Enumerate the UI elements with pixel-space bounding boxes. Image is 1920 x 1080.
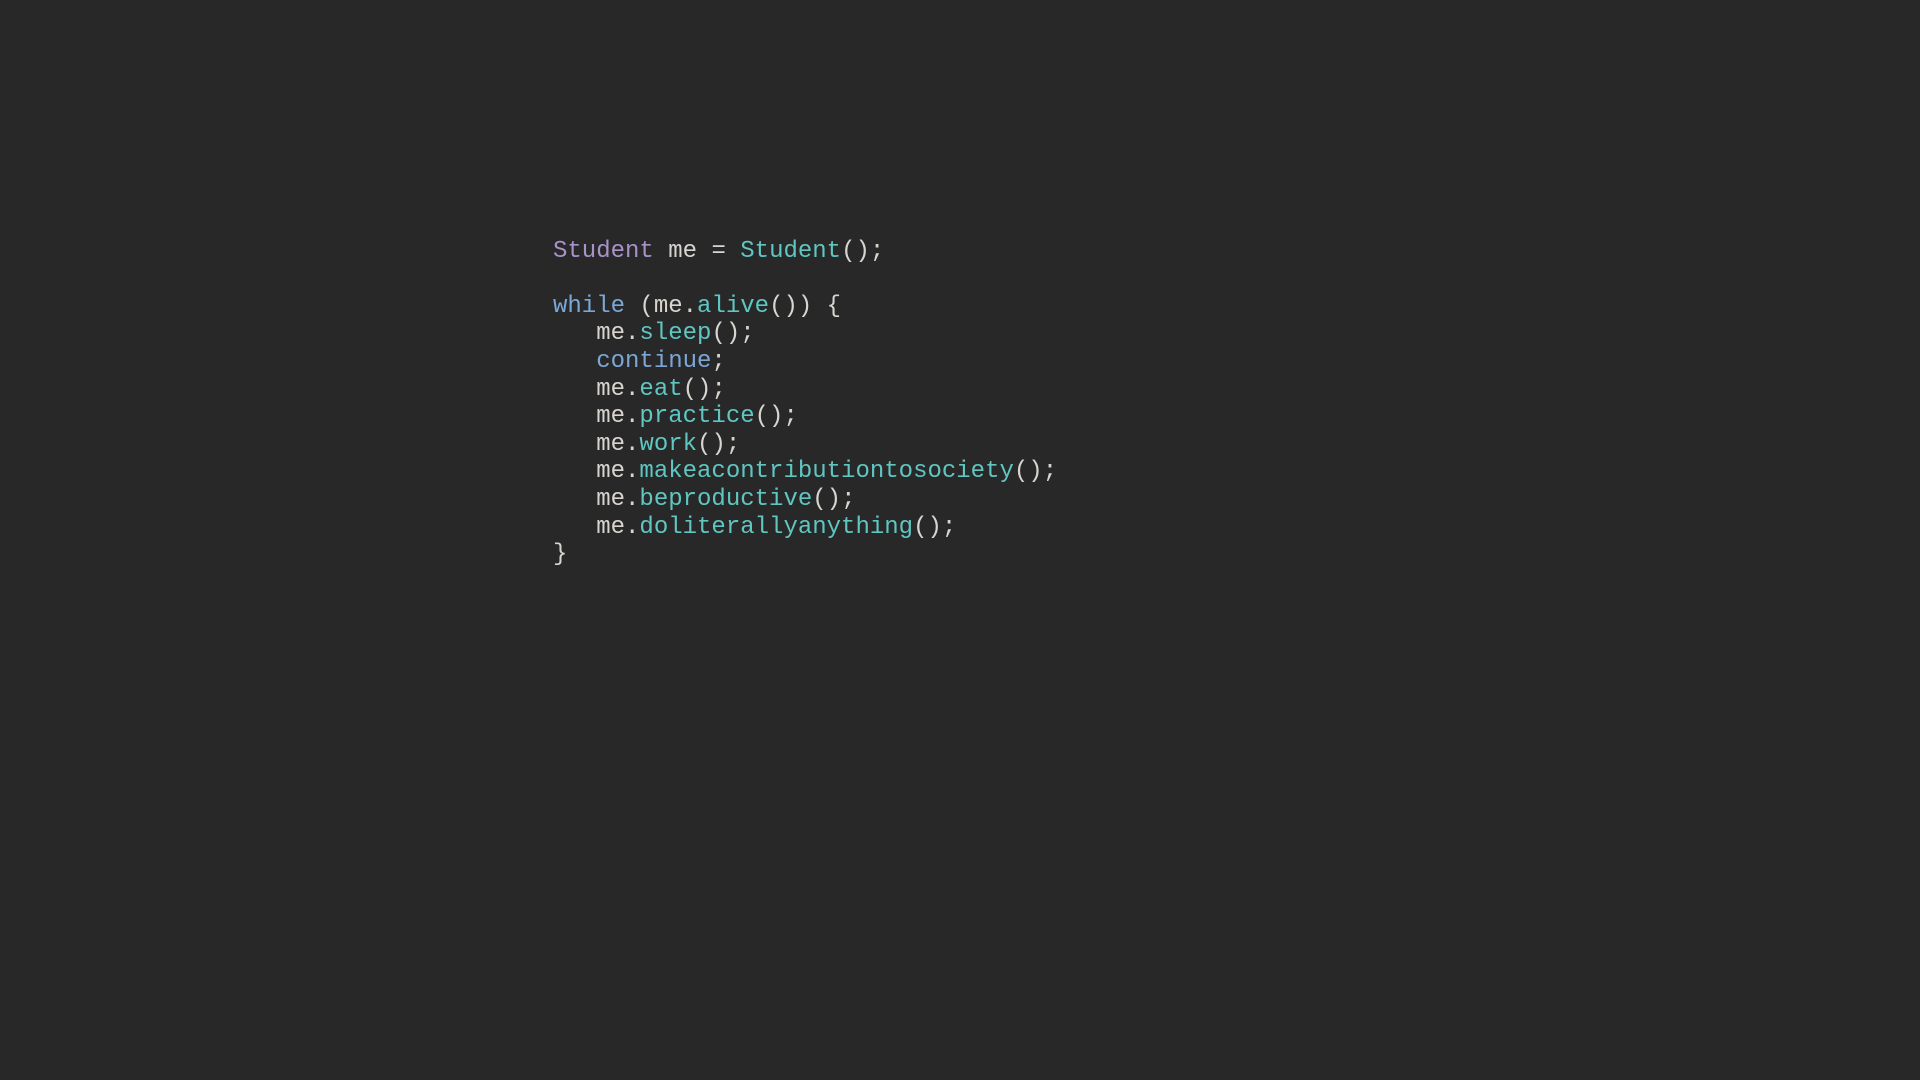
type-token: Student [553, 238, 654, 265]
sleep-call-token: sleep [639, 320, 711, 347]
semicolon-token: ; [783, 403, 797, 430]
paren-open-token: ( [683, 376, 697, 403]
alive-call-token: alive [697, 293, 769, 320]
code-line-6: me.eat(); [553, 376, 726, 403]
semicolon-token: ; [740, 320, 754, 347]
paren-open-token: ( [755, 403, 769, 430]
paren-close-token: ) [726, 320, 740, 347]
identifier-token: me [596, 403, 625, 430]
code-line-10: me.beproductive(); [553, 486, 855, 513]
identifier-token: me [596, 431, 625, 458]
identifier-token: me [596, 458, 625, 485]
practice-call-token: practice [639, 403, 754, 430]
dot-token: . [625, 458, 639, 485]
semicolon-token: ; [870, 238, 884, 265]
dot-token: . [683, 293, 697, 320]
identifier-token: me [596, 376, 625, 403]
beproductive-call-token: beproductive [639, 486, 812, 513]
semicolon-token: ; [841, 486, 855, 513]
doliterallyanything-call-token: doliterallyanything [639, 514, 913, 541]
paren-close-token: ) [1028, 458, 1042, 485]
semicolon-token: ; [726, 431, 740, 458]
paren-open-token: ( [769, 293, 783, 320]
code-line-4: me.sleep(); [553, 320, 755, 347]
code-line-7: me.practice(); [553, 403, 798, 430]
continue-keyword-token: continue [596, 348, 711, 375]
paren-close-token: ) [711, 431, 725, 458]
identifier-token: me [596, 514, 625, 541]
code-block: Student me = Student(); while (me.alive(… [553, 210, 1057, 569]
paren-close-token: ) [769, 403, 783, 430]
dot-token: . [625, 320, 639, 347]
while-keyword-token: while [553, 293, 625, 320]
paren-close-token: ) [783, 293, 797, 320]
dot-token: . [625, 403, 639, 430]
code-line-8: me.work(); [553, 431, 740, 458]
semicolon-token: ; [1043, 458, 1057, 485]
semicolon-token: ; [711, 376, 725, 403]
code-line-3: while (me.alive()) { [553, 293, 841, 320]
paren-open-token: ( [812, 486, 826, 513]
paren-open-token: ( [711, 320, 725, 347]
identifier-token: me [668, 238, 697, 265]
dot-token: . [625, 514, 639, 541]
dot-token: . [625, 486, 639, 513]
code-line-5: continue; [553, 348, 726, 375]
paren-close-token: ) [856, 238, 870, 265]
code-line-9: me.makeacontributiontosociety(); [553, 458, 1057, 485]
code-line-12: } [553, 541, 567, 568]
paren-open-token: ( [1014, 458, 1028, 485]
code-line-1: Student me = Student(); [553, 238, 884, 265]
code-line-11: me.doliterallyanything(); [553, 514, 956, 541]
paren-close-token: ) [827, 486, 841, 513]
constructor-call-token: Student [740, 238, 841, 265]
dot-token: . [625, 431, 639, 458]
identifier-token: me [596, 320, 625, 347]
paren-close-token: ) [697, 376, 711, 403]
paren-open-token: ( [841, 238, 855, 265]
paren-close-token: ) [927, 514, 941, 541]
space-token [625, 293, 639, 320]
eat-call-token: eat [639, 376, 682, 403]
paren-open-token: ( [913, 514, 927, 541]
dot-token: . [625, 376, 639, 403]
paren-open-token: ( [697, 431, 711, 458]
cond-open-token: ( [639, 293, 653, 320]
close-brace-token: } [553, 541, 567, 568]
work-call-token: work [639, 431, 697, 458]
semicolon-token: ; [711, 348, 725, 375]
space-token [654, 238, 668, 265]
assign-token: = [697, 238, 740, 265]
makeacontributiontosociety-call-token: makeacontributiontosociety [639, 458, 1013, 485]
identifier-token: me [596, 486, 625, 513]
cond-close-brace-token: ) { [798, 293, 841, 320]
identifier-token: me [654, 293, 683, 320]
semicolon-token: ; [942, 514, 956, 541]
